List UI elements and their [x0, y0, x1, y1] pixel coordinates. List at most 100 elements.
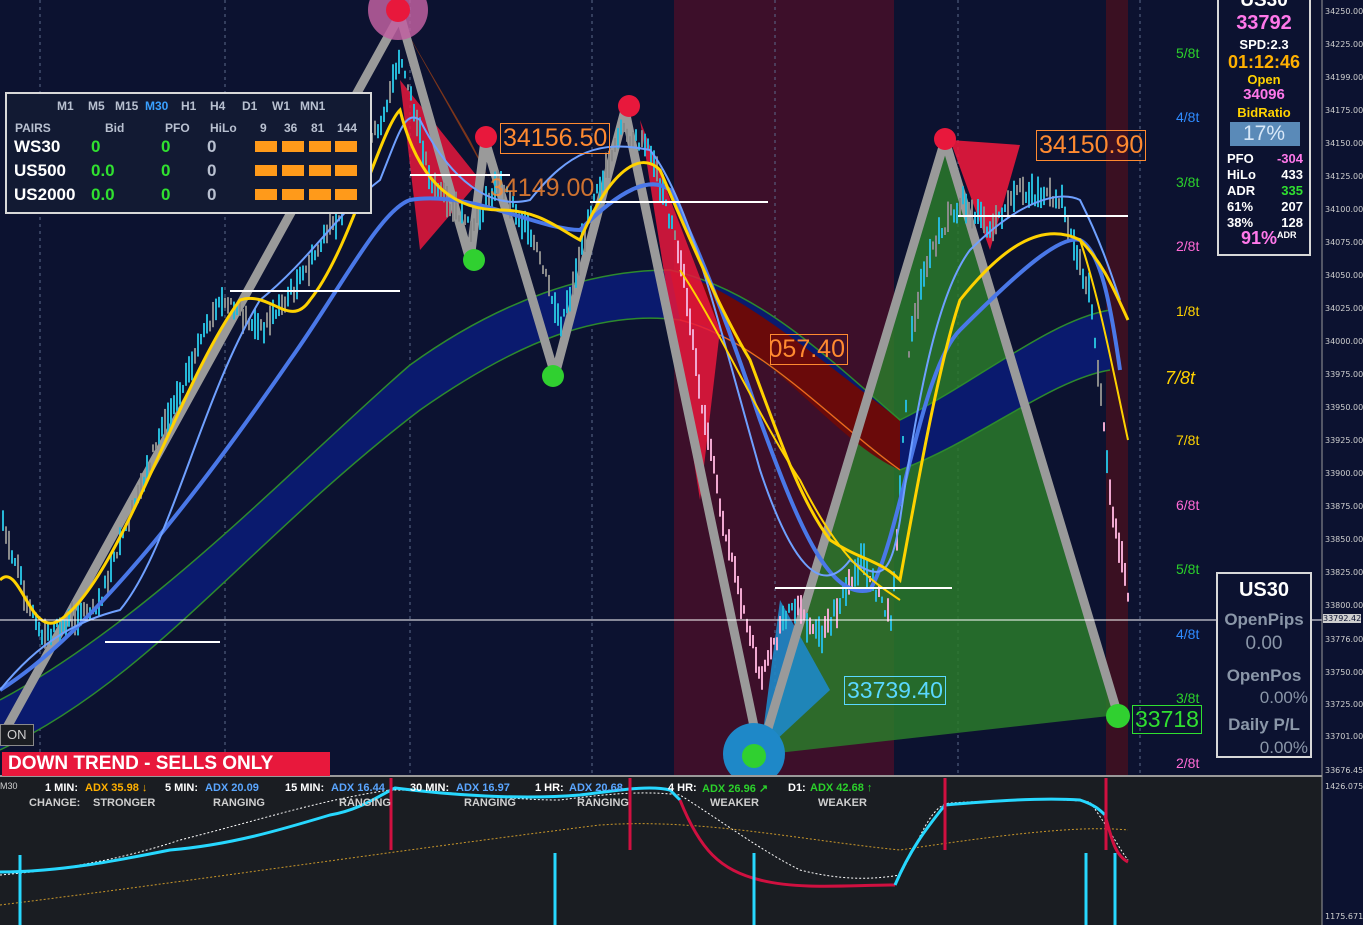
candle [158, 428, 160, 445]
adx-timeframe-label: 1 HR: [535, 782, 564, 794]
candle [848, 569, 850, 595]
candle [902, 436, 904, 443]
pair-strength-bar [282, 165, 304, 176]
candle [1106, 450, 1108, 474]
pair-hilo: 0 [207, 137, 217, 156]
candle [17, 554, 19, 578]
header-9: 9 [260, 121, 267, 135]
symbol-panel: US30 33792 SPD:2.3 01:12:46 Open 34096 B… [1217, 0, 1311, 256]
candle [401, 59, 403, 68]
candle [260, 319, 262, 331]
indicator-window[interactable] [0, 776, 1322, 925]
candle [1124, 562, 1126, 586]
price-axis-tick: 34150.00 [1325, 139, 1363, 148]
pair-name: WS30 [14, 137, 61, 156]
candle [803, 609, 805, 621]
candle [761, 666, 763, 690]
candle [20, 566, 22, 585]
murrey-level-label: 2/8t [1176, 755, 1200, 771]
candle [995, 205, 997, 235]
timeframe-h1[interactable]: H1 [181, 99, 196, 113]
candle [551, 295, 553, 304]
candle [776, 637, 778, 651]
candle [1115, 518, 1117, 539]
timeframe-m15[interactable]: M15 [115, 99, 138, 113]
candle [470, 221, 472, 242]
candle [269, 305, 271, 336]
candle [812, 624, 814, 634]
candle [167, 402, 169, 433]
candle [686, 287, 688, 317]
candle [374, 120, 376, 136]
candle [1028, 181, 1030, 208]
candle [965, 193, 967, 224]
candle [926, 255, 928, 278]
timeframe-m30[interactable]: M30 [145, 99, 168, 113]
candle [224, 297, 226, 308]
pair-name: US2000 [14, 185, 76, 204]
candle [884, 610, 886, 617]
candle [980, 201, 982, 229]
candle [947, 201, 949, 233]
adx-value: ADX 16.44 [331, 782, 385, 794]
price-label-6: 33718 [1132, 705, 1202, 734]
candle [707, 422, 709, 450]
pivot-dot-red-4 [934, 128, 956, 150]
candle [446, 185, 448, 218]
timeframe-d1[interactable]: D1 [242, 99, 257, 113]
pair-hilo: 0 [207, 185, 217, 204]
stat-label: HiLo [1227, 167, 1256, 182]
candle [1058, 198, 1060, 209]
adx-state: STRONGER [93, 797, 156, 809]
candle [50, 628, 52, 646]
adx-timeframe-label: D1: [788, 782, 806, 794]
pair-strength-bar [255, 189, 277, 200]
account-symbol: US30 [1238, 579, 1290, 601]
stat-value: -304 [1276, 151, 1303, 166]
candle [1118, 532, 1120, 563]
timeframe-h4[interactable]: H4 [210, 99, 225, 113]
candle [887, 598, 889, 622]
price-axis-tick: 33875.00 [1325, 502, 1363, 511]
timeframe-mn1[interactable]: MN1 [300, 99, 325, 113]
candle [569, 286, 571, 312]
murrey-level-label: 4/8t [1176, 109, 1200, 125]
candle [689, 308, 691, 336]
candle [533, 234, 535, 251]
timeframe-w1[interactable]: W1 [272, 99, 290, 113]
candle [191, 351, 193, 381]
candle [1085, 276, 1087, 295]
price-axis-tick: 34225.00 [1325, 40, 1363, 49]
candle [407, 84, 409, 91]
candle [797, 595, 799, 616]
candle [758, 666, 760, 679]
candle [596, 183, 598, 194]
price-label-5: 33739.40 [844, 676, 946, 705]
adx-value: ADX 35.98 ↓ [85, 782, 148, 794]
candle [455, 191, 457, 220]
candle [317, 244, 319, 257]
stat-label: ADR [1227, 183, 1256, 198]
bid-ratio-value: 17% [1242, 122, 1286, 145]
candle [251, 319, 253, 332]
candle [203, 323, 205, 338]
price-label-4: 34057.40 [770, 334, 848, 365]
candle [692, 329, 694, 350]
timeframe-m1[interactable]: M1 [57, 99, 74, 113]
candle [104, 575, 106, 589]
candle [1121, 541, 1123, 573]
timeframe-m5[interactable]: M5 [88, 99, 105, 113]
candle [764, 659, 766, 672]
candle [563, 308, 565, 317]
murrey-level-label: 7/8t [1165, 368, 1196, 388]
candle [377, 124, 379, 139]
candle [263, 322, 265, 344]
candle [920, 268, 922, 300]
candle [296, 269, 298, 300]
pair-strength-bar [335, 141, 357, 152]
on-toggle-button[interactable]: ON [0, 724, 34, 746]
candle [530, 229, 532, 248]
candle [113, 551, 115, 562]
candle [644, 133, 646, 157]
candle [1001, 207, 1003, 229]
